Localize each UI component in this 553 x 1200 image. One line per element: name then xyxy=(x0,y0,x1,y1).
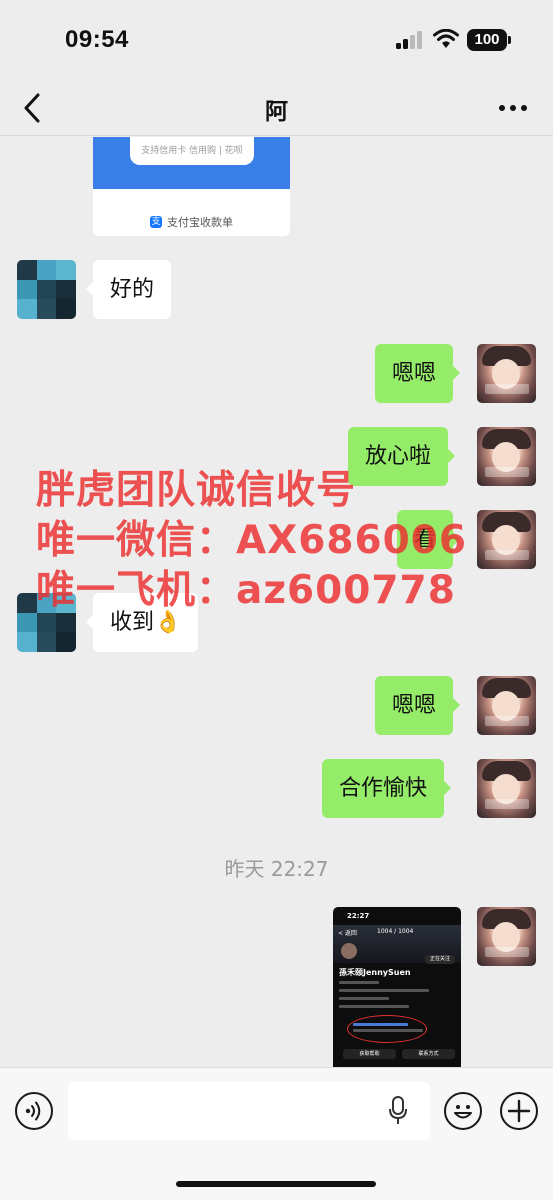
status-time: 09:54 xyxy=(65,26,129,53)
message-bubble-sent[interactable]: 嗯嗯 xyxy=(375,676,461,735)
mic-icon[interactable] xyxy=(388,1096,408,1126)
plus-icon[interactable] xyxy=(500,1092,538,1130)
message-bubble-sent[interactable]: 合作愉快 xyxy=(322,759,452,818)
chat-title: 阿 xyxy=(265,99,288,125)
payment-card-footer: 支 支付宝收款单 xyxy=(150,216,233,229)
avatar-self[interactable] xyxy=(477,510,536,569)
battery-icon: 100 xyxy=(467,29,511,51)
payment-card-subtitle: 支持信用卡 信用购 | 花呗 xyxy=(141,146,243,156)
avatar-self[interactable] xyxy=(477,676,536,735)
avatar-self[interactable] xyxy=(477,344,536,403)
image-message[interactable]: 22:27 < 返回 1004 / 1004 正在关注 孫禾颐JennySuen… xyxy=(333,907,461,1067)
avatar-self[interactable] xyxy=(477,907,536,966)
message-bubble-received[interactable]: 好的 xyxy=(85,260,172,319)
message-timestamp: 昨天 22:27 xyxy=(224,857,329,881)
more-dots-icon[interactable] xyxy=(497,96,529,120)
highlight-circle xyxy=(347,1015,427,1043)
wifi-icon xyxy=(433,29,459,48)
alipay-icon: 支 xyxy=(150,216,162,228)
avatar-self[interactable] xyxy=(477,427,536,486)
voice-icon[interactable] xyxy=(15,1092,53,1130)
emoji-icon[interactable] xyxy=(444,1092,482,1130)
message-input[interactable] xyxy=(68,1082,430,1140)
input-bar xyxy=(0,1067,553,1200)
cellular-signal-icon xyxy=(396,31,424,49)
avatar-self[interactable] xyxy=(477,759,536,818)
status-bar: 09:54 100 xyxy=(0,0,553,80)
chat-header: 阿 xyxy=(0,80,553,136)
avatar-contact[interactable] xyxy=(17,260,76,319)
profile-avatar xyxy=(341,943,357,959)
payment-card[interactable]: 支持信用卡 信用购 | 花呗 支 支付宝收款单 xyxy=(93,137,290,236)
watermark-overlay: 胖虎团队诚信收号 唯一微信：AX686006 唯一飞机：az600778 xyxy=(36,468,468,613)
home-indicator[interactable] xyxy=(176,1181,376,1187)
message-bubble-sent[interactable]: 嗯嗯 xyxy=(375,344,461,403)
